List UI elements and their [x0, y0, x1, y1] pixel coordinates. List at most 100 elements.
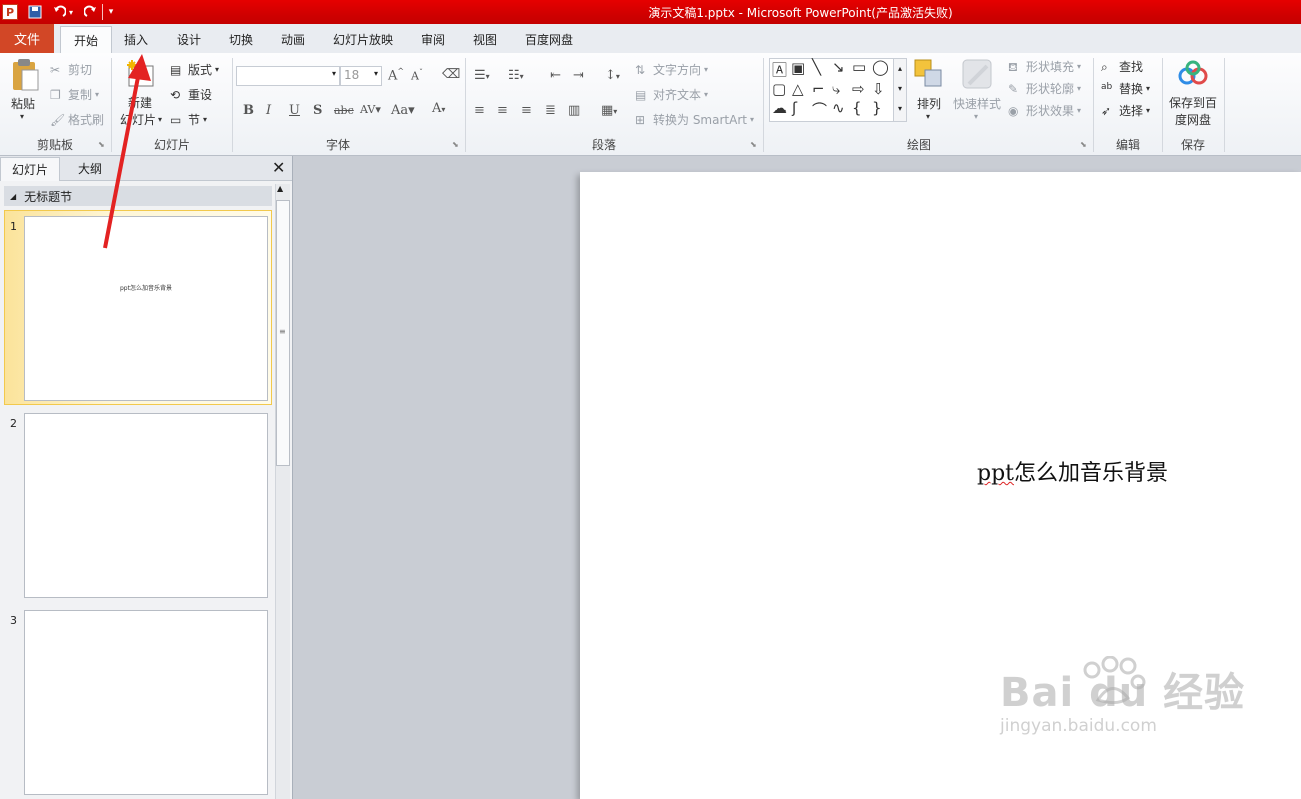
font-name-dropdown-icon[interactable]: ▾ — [332, 69, 336, 78]
shrink-font-icon[interactable]: Aˇ — [411, 68, 423, 83]
font-color-icon[interactable]: A▾ — [432, 101, 445, 116]
scrollbar-thumb[interactable]: ≡ — [276, 200, 290, 466]
font-launcher-icon[interactable]: ⬊ — [452, 140, 459, 149]
strikethrough-icon[interactable]: abc — [334, 104, 354, 117]
left-brace-shape-icon[interactable]: { — [852, 99, 862, 117]
copy-button[interactable]: ❐ 复制 ▾ — [50, 86, 99, 103]
arrange-button[interactable]: 排列 — [917, 95, 941, 112]
rounded-rectangle-shape-icon[interactable]: ▢ — [772, 80, 786, 98]
freeform-shape-icon[interactable]: ʃ — [792, 99, 797, 117]
tab-review[interactable]: 审阅 — [421, 31, 445, 48]
change-case-icon[interactable]: Aa▾ — [391, 103, 415, 118]
slide-thumbnail-2[interactable] — [24, 413, 268, 598]
bold-icon[interactable]: B — [243, 103, 254, 118]
replace-button[interactable]: ab 替换 ▾ — [1101, 80, 1150, 97]
triangle-shape-icon[interactable]: △ — [792, 80, 804, 98]
align-right-icon[interactable]: ≡ — [521, 103, 532, 118]
paste-icon[interactable] — [10, 58, 40, 95]
cloud-shape-icon[interactable]: ☁ — [772, 99, 787, 117]
justify-icon[interactable]: ≣ — [545, 103, 556, 118]
arrange-icon[interactable] — [913, 58, 945, 93]
redo-icon[interactable] — [82, 3, 100, 21]
reset-button[interactable]: ⟲ 重设 — [170, 86, 212, 103]
shape-fill-button[interactable]: ⛾ 形状填充 ▾ — [1008, 58, 1081, 75]
section-button[interactable]: ▭ 节 ▾ — [170, 111, 207, 128]
paste-dropdown-icon[interactable]: ▾ — [20, 112, 24, 121]
slide-thumbnail-3[interactable] — [24, 610, 268, 795]
pane-tab-slides[interactable]: 幻灯片 — [0, 157, 60, 181]
numbering-icon[interactable]: ☷▾ — [508, 68, 524, 83]
close-pane-icon[interactable]: ✕ — [272, 158, 285, 177]
powerpoint-app-icon[interactable]: P — [2, 4, 18, 20]
align-text-button[interactable]: ▤ 对齐文本 ▾ — [635, 86, 708, 103]
title-bar: 演示文稿1.pptx - Microsoft PowerPoint(产品激活失败… — [0, 0, 1301, 24]
shape-outline-button[interactable]: ✎ 形状轮廓 ▾ — [1008, 80, 1081, 97]
quick-styles-button[interactable]: 快速样式 — [953, 95, 1001, 112]
align-left-icon[interactable]: ≡ — [474, 103, 485, 118]
underline-icon[interactable]: U — [289, 103, 300, 118]
layout-button[interactable]: ▤ 版式 ▾ — [170, 61, 219, 78]
shape-effects-button[interactable]: ◉ 形状效果 ▾ — [1008, 102, 1081, 119]
tab-insert[interactable]: 插入 — [124, 31, 148, 48]
save-baidu-label-1[interactable]: 保存到百 — [1169, 94, 1217, 111]
font-size-dropdown-icon[interactable]: ▾ — [374, 69, 378, 78]
font-name-combo[interactable]: ▾ — [236, 66, 340, 86]
tab-transitions[interactable]: 切换 — [229, 31, 253, 48]
shadow-icon[interactable]: S — [313, 103, 322, 118]
save-icon[interactable] — [26, 3, 44, 21]
down-arrow-shape-icon[interactable]: ⇩ — [872, 80, 885, 98]
undo-dropdown-icon[interactable]: ▾ — [66, 3, 76, 21]
clear-format-icon[interactable]: ⌫ — [442, 67, 460, 82]
columns-icon[interactable]: ▦▾ — [601, 103, 617, 118]
line-shape-icon[interactable]: ╲ — [812, 58, 821, 76]
curve-shape-icon[interactable]: ∿ — [832, 99, 845, 117]
slide-text-box[interactable]: ppt怎么加音乐背景 — [977, 455, 1168, 487]
tab-slideshow[interactable]: 幻灯片放映 — [333, 31, 393, 48]
quick-styles-dropdown-icon[interactable]: ▾ — [974, 112, 978, 121]
elbow-connector-shape-icon[interactable]: ⌐ — [812, 80, 825, 98]
vertical-textbox-shape-icon[interactable]: ▣ — [791, 59, 805, 77]
shapes-gallery-scroll[interactable]: ▴ ▾ ▾ — [893, 58, 907, 122]
elbow-arrow-shape-icon[interactable]: ⤷ — [832, 80, 840, 98]
collapse-triangle-icon[interactable]: ◢ — [10, 192, 16, 201]
tab-animations[interactable]: 动画 — [281, 31, 305, 48]
tab-view[interactable]: 视图 — [473, 31, 497, 48]
convert-smartart-button[interactable]: ⊞ 转换为 SmartArt ▾ — [635, 111, 754, 128]
char-spacing-icon[interactable]: AV▾ — [360, 103, 381, 116]
scroll-up-icon[interactable]: ▲ — [277, 184, 283, 193]
drawing-launcher-icon[interactable]: ⬊ — [1080, 140, 1087, 149]
customize-qa-icon[interactable]: ▾ — [106, 3, 116, 21]
right-arrow-shape-icon[interactable]: ⇨ — [852, 80, 865, 98]
oval-shape-icon[interactable]: ◯ — [872, 58, 889, 76]
rectangle-shape-icon[interactable]: ▭ — [852, 58, 866, 76]
increase-indent-icon[interactable]: ⇥ — [573, 68, 584, 83]
select-button[interactable]: ➶ 选择 ▾ — [1101, 102, 1150, 119]
decrease-indent-icon[interactable]: ⇤ — [550, 68, 561, 83]
italic-icon[interactable]: I — [266, 103, 271, 118]
arrange-dropdown-icon[interactable]: ▾ — [926, 112, 930, 121]
save-baidu-label-2[interactable]: 度网盘 — [1175, 111, 1211, 128]
find-button[interactable]: ⌕ 查找 — [1101, 58, 1143, 75]
baidu-netdisk-icon[interactable] — [1178, 60, 1208, 89]
arrow-line-shape-icon[interactable]: ↘ — [832, 58, 845, 76]
distributed-icon[interactable]: ▥ — [568, 103, 580, 118]
line-spacing-icon[interactable]: ↕▾ — [605, 68, 620, 83]
replace-icon: ab — [1101, 81, 1113, 92]
arc-shape-icon[interactable]: ⌒ — [812, 99, 827, 120]
bullets-icon[interactable]: ☰▾ — [474, 68, 490, 83]
format-painter-icon: 🖌 — [50, 112, 66, 127]
cut-button[interactable]: ✂ 剪切 — [50, 61, 92, 78]
font-size-combo[interactable]: 18 ▾ — [340, 66, 382, 86]
right-brace-shape-icon[interactable]: } — [872, 99, 882, 117]
tab-baidu-netdisk[interactable]: 百度网盘 — [525, 31, 573, 48]
group-paragraph-label: 段落 — [591, 138, 616, 152]
tab-design[interactable]: 设计 — [177, 31, 201, 48]
paragraph-launcher-icon[interactable]: ⬊ — [750, 140, 757, 149]
paste-button[interactable]: 粘贴 — [11, 95, 35, 112]
text-direction-button[interactable]: ⇅ 文字方向 ▾ — [635, 61, 708, 78]
align-center-icon[interactable]: ≡ — [497, 103, 508, 118]
textbox-shape-icon[interactable]: 🄰 — [772, 59, 787, 80]
grow-font-icon[interactable]: A^ — [388, 67, 404, 83]
quick-styles-icon[interactable] — [961, 58, 993, 93]
tab-file[interactable]: 文件 — [0, 24, 54, 53]
